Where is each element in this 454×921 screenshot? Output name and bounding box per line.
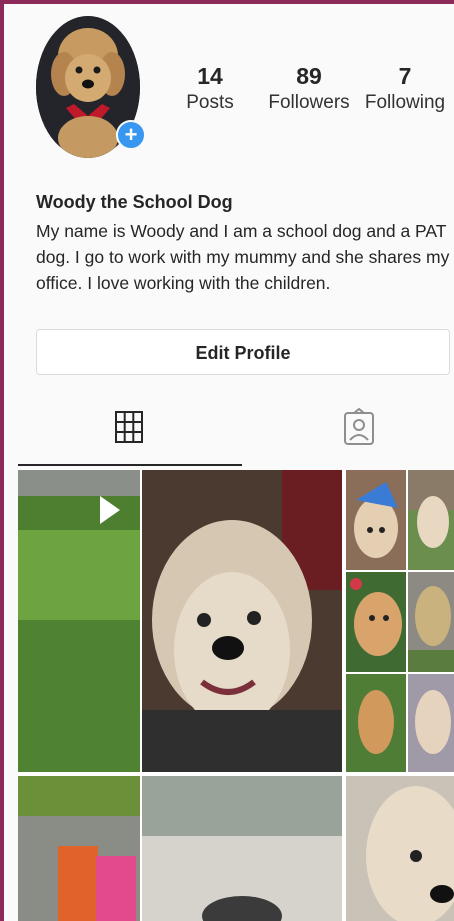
profile-avatar-container[interactable]: + [36,16,146,158]
bio-line: office. I love working with the children… [36,273,331,293]
photo-tile[interactable] [142,470,342,772]
photo-grass-lawn [18,470,140,772]
grid-icon [115,411,143,443]
photo-tile[interactable] [346,470,406,570]
photo-dog-hat [346,470,406,570]
following-stat[interactable]: 7 Following [364,62,446,116]
photo-office-desk [18,776,140,921]
tagged-person-icon [344,407,374,445]
profile-header: + 14 Posts 89 Followers 7 Following Wood… [4,4,454,466]
photo-dog-flowers [346,572,406,672]
photo-dog-sitting [408,674,454,772]
followers-label: Followers [268,92,350,113]
following-count: 7 [398,63,412,89]
posts-stat[interactable]: 14 Posts [178,62,242,116]
edit-profile-button[interactable]: Edit Profile [36,329,450,375]
photo-tile[interactable] [346,674,406,772]
photo-tile[interactable] [346,776,454,921]
photo-tile[interactable] [18,776,140,921]
plus-icon: + [124,122,138,147]
photo-dog-path [408,572,454,672]
posts-label: Posts [186,92,234,113]
active-tab-indicator [18,464,242,466]
profile-bio: My name is Woody and I am a school dog a… [36,218,454,296]
profile-name: Woody the School Dog [36,192,233,212]
app-frame: + 14 Posts 89 Followers 7 Following Wood… [0,0,454,921]
followers-count: 89 [296,63,322,89]
photo-dog-lawn [346,674,406,772]
photo-tile[interactable] [346,572,406,672]
photo-dog-face [142,470,342,772]
photo-grid [18,470,454,921]
profile-tab-bar [4,394,454,466]
add-story-button[interactable]: + [116,120,146,150]
posts-count: 14 [197,63,223,89]
photo-table-closeup [142,776,342,921]
photo-tile[interactable] [408,572,454,672]
followers-stat[interactable]: 89 Followers [266,62,352,116]
bio-line: dog. I go to work with my mummy and she … [36,247,450,267]
tab-grid[interactable] [114,410,144,444]
tab-tagged[interactable] [342,407,376,446]
photo-tile[interactable] [18,470,140,772]
photo-tile[interactable] [408,470,454,570]
following-label: Following [364,92,446,113]
photo-dog-closeup [346,776,454,921]
bio-line: My name is Woody and I am a school dog a… [36,221,447,241]
photo-dog-garden [408,470,454,570]
photo-tile[interactable] [142,776,342,921]
photo-tile[interactable] [408,674,454,772]
